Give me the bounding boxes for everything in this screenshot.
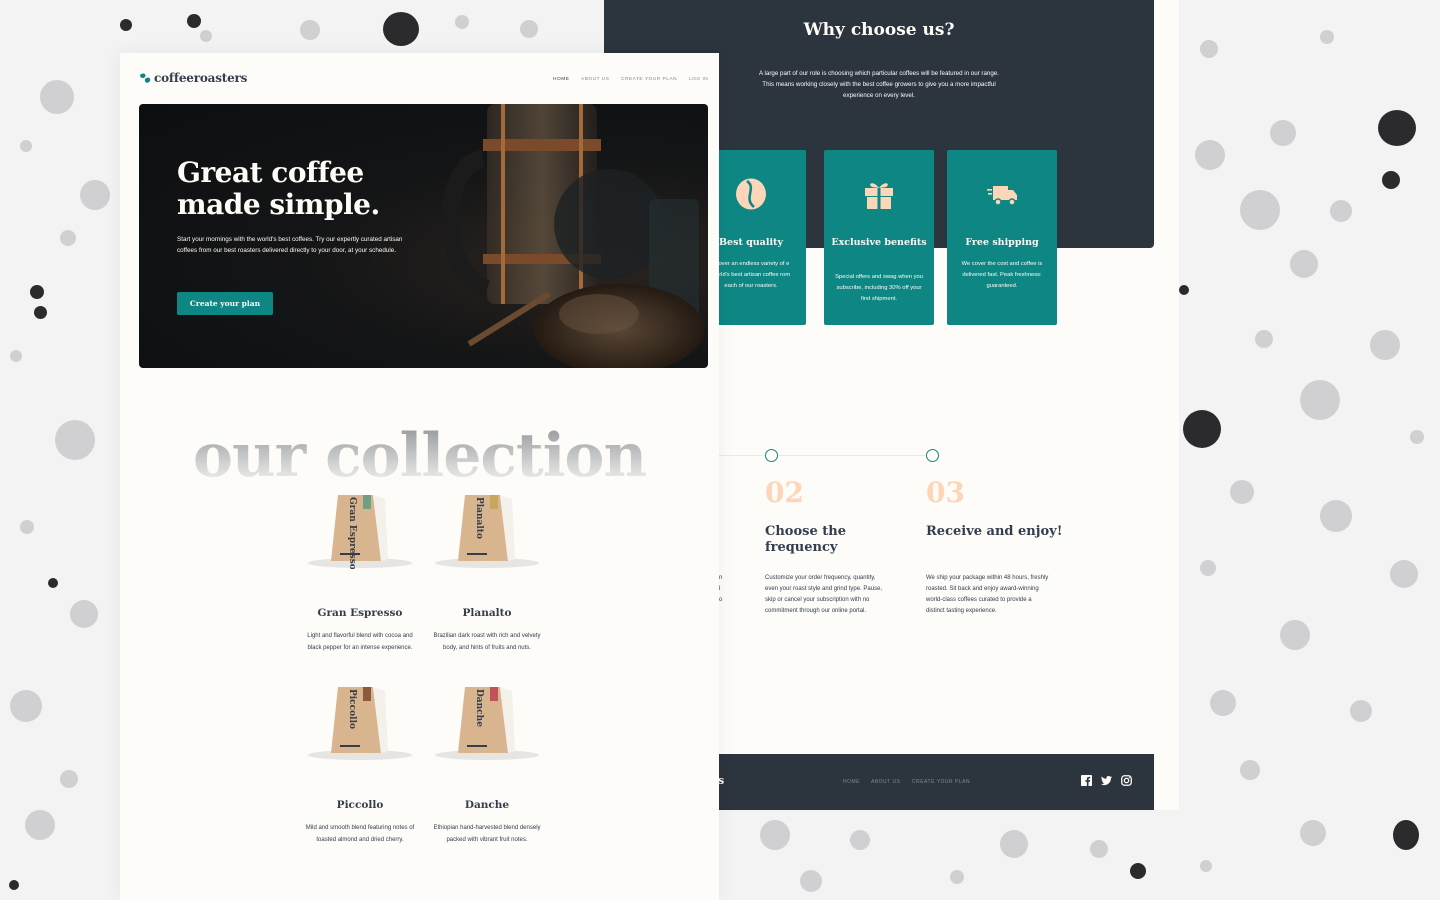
product-card: Gran Espresso Gran Espresso Light and fl… bbox=[295, 489, 425, 654]
step1-fragment: n bbox=[719, 575, 723, 581]
step-number: 03 bbox=[926, 476, 965, 509]
bag-tag bbox=[363, 495, 371, 509]
bag-tag bbox=[363, 687, 371, 701]
collection-title: our collection bbox=[120, 421, 719, 491]
hero-title-line: Great coffee bbox=[177, 156, 364, 189]
nav-home[interactable]: HOME bbox=[553, 77, 569, 82]
nav-about[interactable]: ABOUT US bbox=[581, 77, 609, 82]
card-free-shipping: Free shipping We cover the cost and coff… bbox=[947, 150, 1057, 325]
logo[interactable]: coffeeroasters bbox=[139, 71, 247, 85]
step-number: 02 bbox=[765, 476, 804, 509]
coffee-bag-illustration: Gran Espresso bbox=[308, 495, 412, 570]
bag-logo-mark bbox=[467, 553, 487, 555]
bag-label: Planalto bbox=[474, 497, 484, 539]
product-desc: Ethiopian hand-harvested blend densely p… bbox=[433, 825, 541, 843]
coffee-bag-image: Gran Espresso bbox=[305, 489, 415, 570]
why-title: Why choose us? bbox=[803, 20, 955, 40]
coffee-bean-icon bbox=[736, 178, 766, 210]
steps-timeline bbox=[719, 455, 934, 456]
product-card: Danche Danche Ethiopian hand-harvested b… bbox=[422, 681, 552, 846]
bag-label: Piccollo bbox=[347, 689, 357, 729]
footer-link-about[interactable]: ABOUT US bbox=[871, 779, 900, 785]
coffee-bag-image: Piccollo bbox=[305, 681, 415, 761]
step-dot bbox=[926, 449, 939, 462]
logo-icon bbox=[140, 73, 151, 83]
coffee-bag-illustration: Danche bbox=[435, 687, 539, 760]
facebook-icon[interactable] bbox=[1081, 775, 1092, 786]
bag-logo-mark bbox=[467, 745, 487, 747]
instagram-icon[interactable] bbox=[1121, 775, 1132, 786]
product-name: Piccollo bbox=[336, 799, 384, 811]
bag-label: Danche bbox=[474, 689, 484, 727]
bag-label: Gran Espresso bbox=[347, 497, 357, 569]
step-text: Customize your order frequency, quantity… bbox=[765, 575, 883, 614]
coffee-bag-image: Planalto bbox=[432, 489, 542, 569]
coffee-bag-image: Danche bbox=[432, 681, 542, 761]
product-name: Planalto bbox=[462, 607, 512, 619]
logo-text: coffeeroasters bbox=[154, 71, 248, 85]
step-text: We ship your package within 48 hours, fr… bbox=[926, 575, 1049, 614]
bag-logo-mark bbox=[340, 745, 360, 747]
step-dot bbox=[765, 449, 778, 462]
card-exclusive-benefits: Exclusive benefits Special offers and sw… bbox=[824, 150, 934, 325]
card-title: Free shipping bbox=[965, 237, 1039, 248]
gift-icon bbox=[865, 183, 893, 209]
why-text: A large part of our role is choosing whi… bbox=[759, 70, 999, 99]
nav-login[interactable]: LOG IN bbox=[689, 77, 708, 82]
bag-tag bbox=[490, 687, 498, 701]
hero: Great coffee made simple. Start your mor… bbox=[139, 104, 708, 368]
product-desc: Mild and smooth blend featuring notes of… bbox=[305, 825, 415, 843]
hero-text: Start your mornings with the world's bes… bbox=[177, 236, 403, 255]
nav-create-plan[interactable]: CREATE YOUR PLAN bbox=[621, 77, 677, 82]
card-text: Special offers and swag when you subscri… bbox=[835, 274, 923, 302]
step1-fragment: o bbox=[719, 597, 723, 603]
product-card: Piccollo Piccollo Mild and smooth blend … bbox=[295, 681, 425, 846]
create-plan-button[interactable]: Create your plan bbox=[177, 292, 273, 315]
card-text: We cover the cost and coffee is delivere… bbox=[961, 261, 1043, 289]
step1-fragment: l bbox=[719, 586, 721, 592]
hero-title-line: made simple. bbox=[177, 188, 380, 221]
footer-link-plan[interactable]: CREATE YOUR PLAN bbox=[912, 779, 970, 785]
truck-icon bbox=[987, 186, 1017, 206]
product-desc: Brazilian dark roast with rich and velve… bbox=[433, 633, 541, 651]
footer-link-home[interactable]: HOME bbox=[843, 779, 860, 785]
coffee-bag-illustration: Planalto bbox=[435, 495, 539, 568]
product-name: Danche bbox=[464, 799, 510, 811]
step-title: Receive and enjoy! bbox=[926, 524, 1063, 539]
product-card: Planalto Planalto Brazilian dark roast w… bbox=[422, 489, 552, 654]
card-title: Exclusive benefits bbox=[831, 237, 927, 248]
french-press-image bbox=[441, 104, 704, 368]
product-name: Gran Espresso bbox=[317, 607, 403, 619]
step-title: Choose the frequency bbox=[765, 524, 846, 555]
hero-title: Great coffee made simple. bbox=[177, 157, 380, 221]
coffee-bag-illustration: Piccollo bbox=[308, 687, 412, 760]
homepage-preview: coffeeroasters HOME ABOUT US CREATE YOUR… bbox=[120, 53, 719, 900]
product-desc: Light and flavorful blend with cocoa and… bbox=[307, 633, 413, 651]
bag-tag bbox=[490, 495, 498, 509]
twitter-icon[interactable] bbox=[1101, 775, 1112, 786]
